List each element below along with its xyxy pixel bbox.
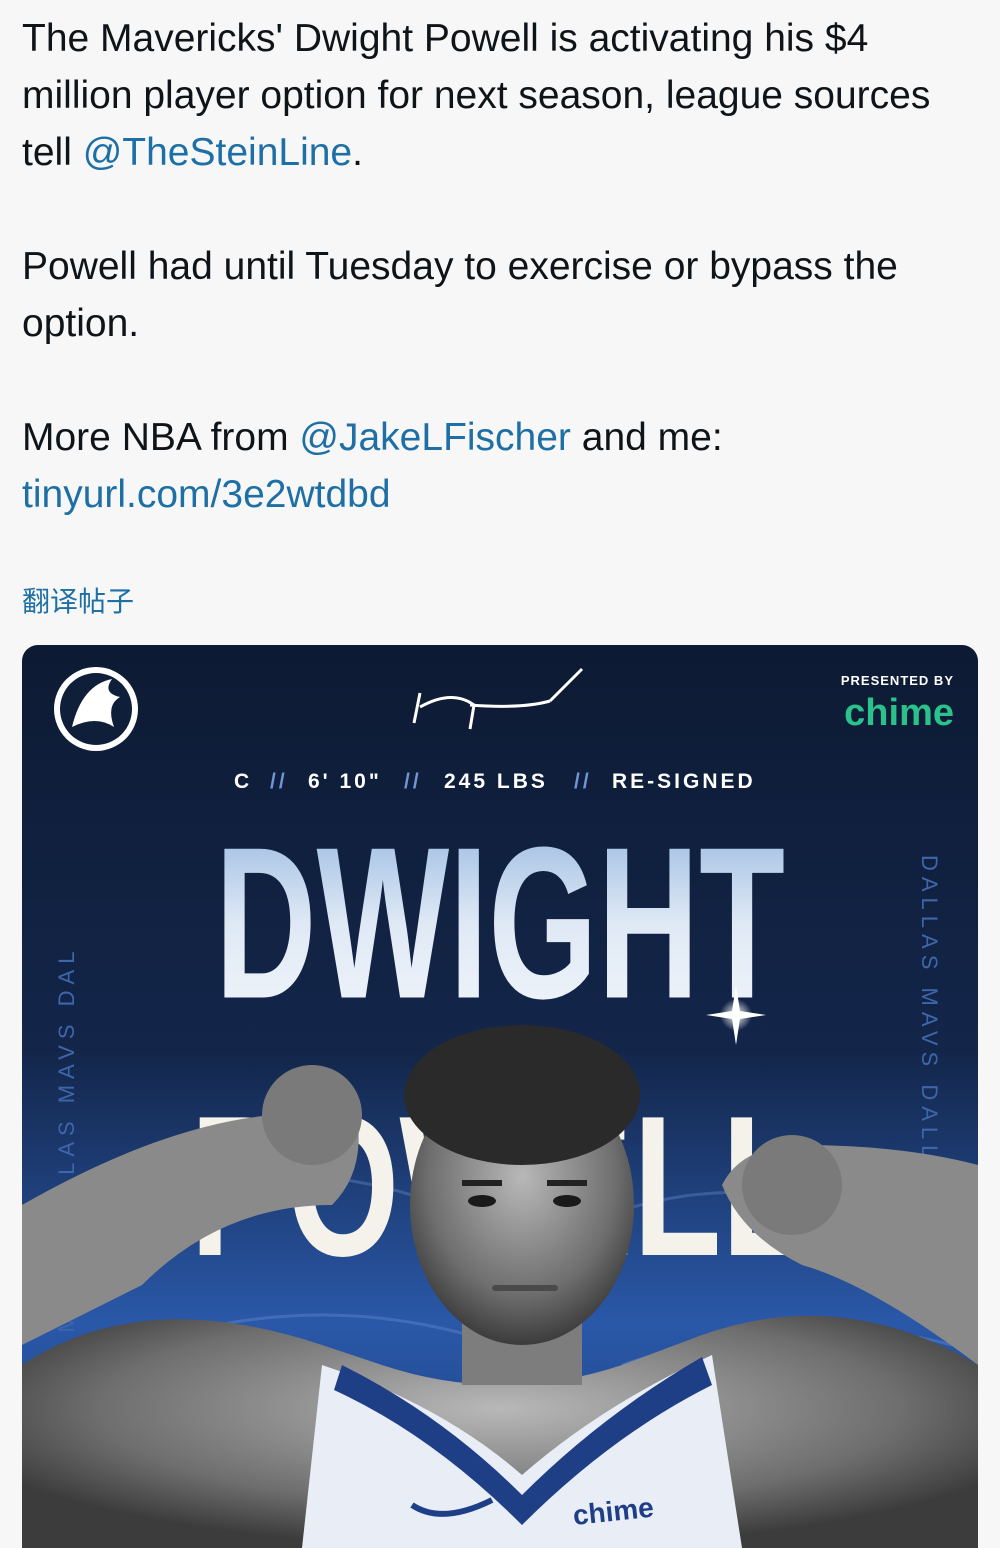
poster-image: PRESENTED BY chime C // 6' 10" // 245 LB…: [22, 645, 978, 1548]
mention-jakelfischer-link[interactable]: @JakeLFischer: [299, 416, 571, 459]
side-text-right: DALLAS MAVS DALLAS: [917, 855, 942, 1205]
stat-position: C: [234, 770, 252, 793]
mavs-logo: [54, 667, 138, 751]
tweet-paragraph-3: More NBA from @JakeLFischer and me: tinyu…: [22, 416, 723, 516]
tweet-paragraph-1: The Mavericks' Dwight Powell is activati…: [22, 17, 931, 174]
stat-height: 6' 10": [308, 770, 382, 793]
tinyurl-link[interactable]: tinyurl.com/3e2wtdbd: [22, 473, 391, 516]
stat-separator: //: [270, 770, 288, 793]
mention-thesteinline-link[interactable]: @TheSteinLine: [83, 131, 352, 174]
tweet-paragraph-2: Powell had until Tuesday to exercise or …: [22, 245, 898, 345]
stat-separator: //: [574, 770, 592, 793]
tweet-text: The Mavericks' Dwight Powell is activati…: [22, 10, 972, 523]
presented-by-label: PRESENTED BY: [841, 673, 954, 688]
chime-logo: chime: [844, 692, 954, 734]
first-name: DWIGHT: [215, 803, 785, 1044]
stat-weight: 245 LBS: [444, 770, 548, 793]
media-card[interactable]: PRESENTED BY chime C // 6' 10" // 245 LB…: [22, 645, 978, 1548]
stat-separator: //: [404, 770, 422, 793]
translate-post-link[interactable]: 翻译帖子: [22, 580, 134, 620]
stat-status: RE-SIGNED: [612, 770, 756, 793]
